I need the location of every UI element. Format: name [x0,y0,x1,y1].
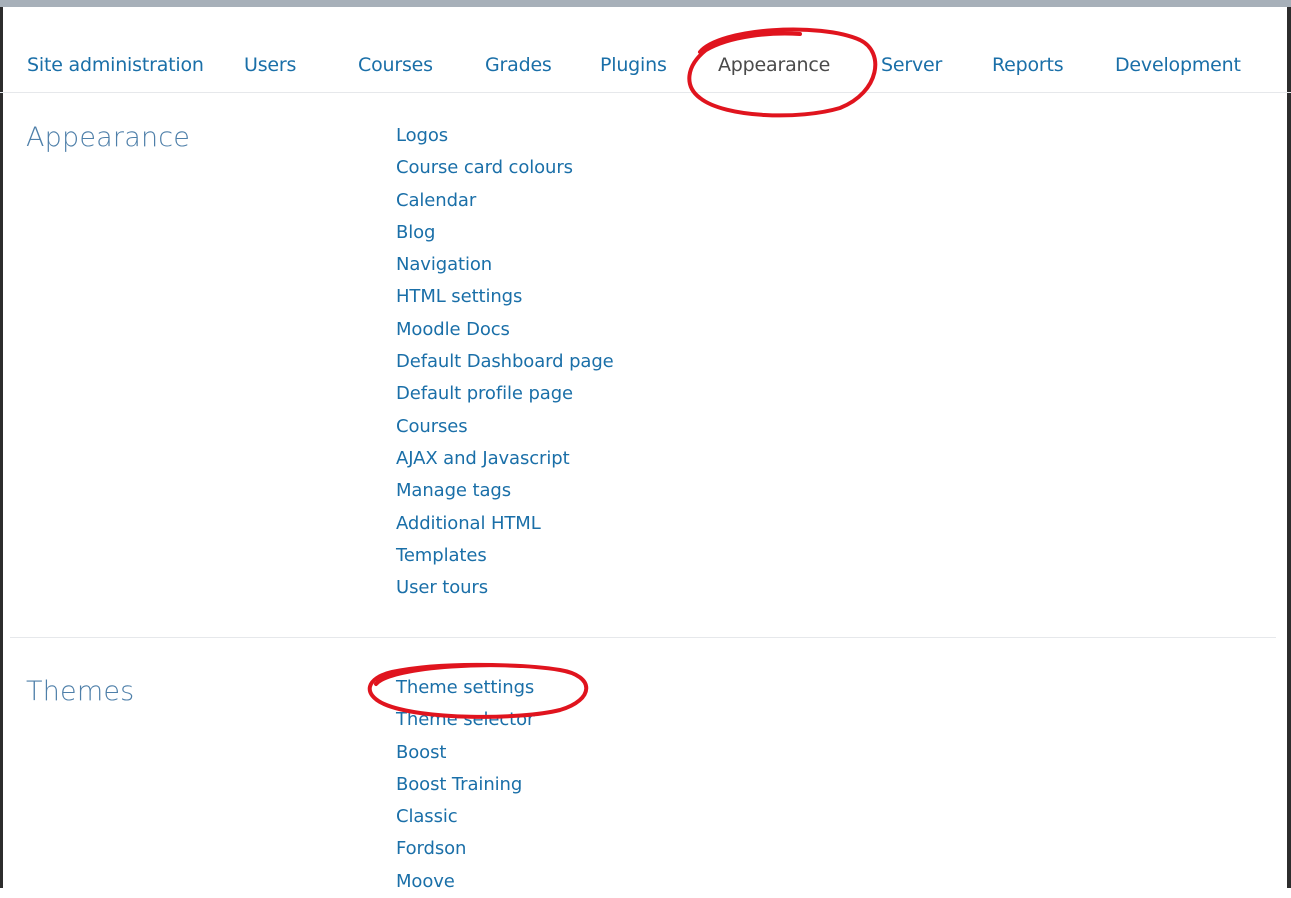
link-manage-tags[interactable]: Manage tags [396,475,614,507]
section-divider [10,637,1276,638]
tab-courses[interactable]: Courses [358,54,433,76]
link-user-tours[interactable]: User tours [396,572,614,604]
tab-plugins[interactable]: Plugins [600,54,667,76]
tab-development[interactable]: Development [1115,54,1241,76]
link-course-card-colours[interactable]: Course card colours [396,152,614,184]
tab-site-administration[interactable]: Site administration [27,54,204,76]
link-logos[interactable]: Logos [396,120,614,152]
frame-right-edge [1287,0,1291,888]
section-title-appearance: Appearance [26,122,191,153]
tab-appearance[interactable]: Appearance [718,54,830,76]
admin-tab-bar: Site administration Users Courses Grades… [0,0,1291,93]
appearance-link-list: Logos Course card colours Calendar Blog … [396,120,614,604]
link-ajax-and-javascript[interactable]: AJAX and Javascript [396,443,614,475]
window-frame [0,0,1291,888]
link-moove[interactable]: Moove [396,866,534,898]
link-blog[interactable]: Blog [396,217,614,249]
link-moodle-docs[interactable]: Moodle Docs [396,314,614,346]
link-boost[interactable]: Boost [396,737,534,769]
tab-users[interactable]: Users [244,54,296,76]
link-theme-selector[interactable]: Theme selector [396,704,534,736]
section-title-themes: Themes [26,676,135,707]
link-html-settings[interactable]: HTML settings [396,281,614,313]
link-fordson[interactable]: Fordson [396,833,534,865]
link-additional-html[interactable]: Additional HTML [396,508,614,540]
link-theme-settings[interactable]: Theme settings [396,672,534,704]
link-navigation[interactable]: Navigation [396,249,614,281]
tab-reports[interactable]: Reports [992,54,1064,76]
tab-grades[interactable]: Grades [485,54,552,76]
link-default-dashboard-page[interactable]: Default Dashboard page [396,346,614,378]
link-classic[interactable]: Classic [396,801,534,833]
frame-left-edge [0,0,3,888]
link-default-profile-page[interactable]: Default profile page [396,378,614,410]
tab-server[interactable]: Server [881,54,942,76]
link-courses[interactable]: Courses [396,411,614,443]
link-templates[interactable]: Templates [396,540,614,572]
themes-link-list: Theme settings Theme selector Boost Boos… [396,672,534,898]
link-boost-training[interactable]: Boost Training [396,769,534,801]
link-calendar[interactable]: Calendar [396,185,614,217]
